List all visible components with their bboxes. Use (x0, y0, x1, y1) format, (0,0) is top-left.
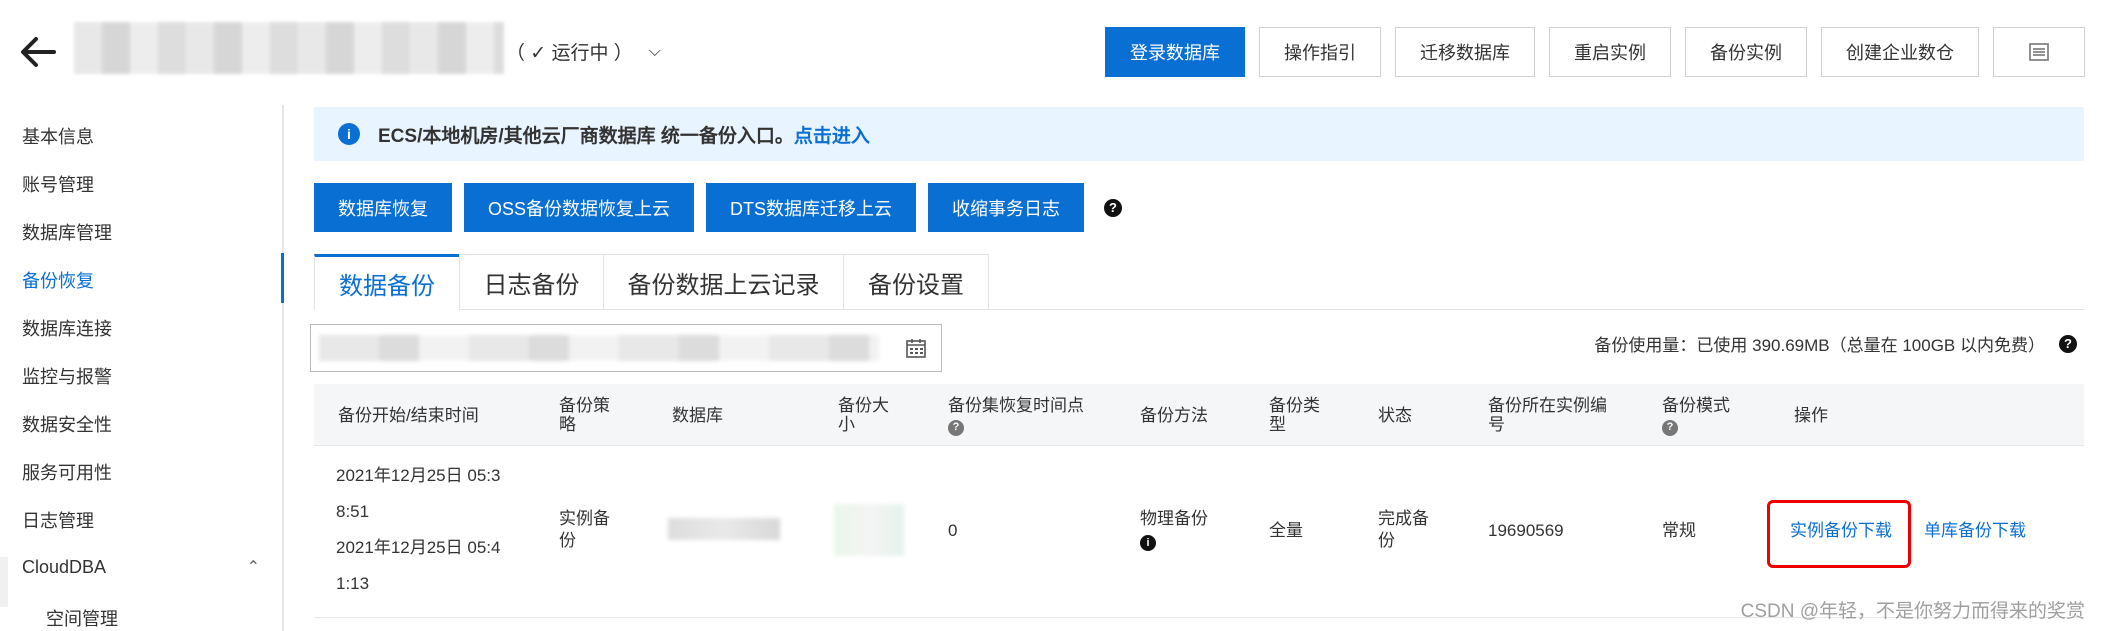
tab-data-backup[interactable]: 数据备份 (314, 254, 460, 311)
instance-name-redacted (74, 22, 504, 74)
sidebar-active-indicator (281, 253, 284, 303)
restore-database-button[interactable]: 数据库恢复 (314, 183, 452, 232)
cell-restore-point: 0 (948, 521, 958, 540)
single-db-backup-download-link[interactable]: 单库备份下载 (1924, 520, 2026, 542)
th-type: 备份类型 (1269, 396, 1320, 434)
restore-point-help-icon[interactable]: ? (948, 419, 964, 436)
cell-instance: 19690569 (1488, 521, 1564, 540)
shrink-log-button[interactable]: 收缩事务日志 (928, 183, 1085, 232)
sidebar-item-security[interactable]: 数据安全性 (22, 411, 112, 437)
cell-mode: 常规 (1662, 521, 1696, 540)
notice-link[interactable]: 点击进入 (794, 121, 870, 148)
backup-instance-button[interactable]: 备份实例 (1685, 27, 1807, 77)
usage-help-icon[interactable]: ? (2059, 334, 2077, 353)
tab-backup-settings[interactable]: 备份设置 (843, 254, 989, 310)
cell-size-redacted (834, 504, 904, 556)
backup-table-header: 备份开始/结束时间 备份策略 数据库 备份大小 备份集恢复时间点 ? 备份方法 … (314, 384, 2084, 446)
cell-time: 2021年12月25日 05:3 8:51 2021年12月25日 05:4 1… (336, 466, 501, 593)
cell-status: 完成备份 (1378, 509, 1429, 550)
backup-actions: 数据库恢复 OSS备份数据恢复上云 DTS数据库迁移上云 收缩事务日志 ? (314, 183, 1123, 232)
chevron-down-icon[interactable]: ⌵ (649, 43, 661, 61)
backup-tabs: 数据备份 日志备份 备份数据上云记录 备份设置 (314, 254, 2084, 311)
sidebar-item-accounts[interactable]: 账号管理 (22, 171, 94, 197)
sidebar-item-basic-info[interactable]: 基本信息 (22, 123, 94, 149)
th-instance: 备份所在实例编号 (1488, 396, 1607, 434)
login-database-button[interactable]: 登录数据库 (1105, 27, 1245, 77)
restart-instance-button[interactable]: 重启实例 (1549, 27, 1671, 77)
page-header: （ ✓ 运行中 ） ⌵ 登录数据库 操作指引 迁移数据库 重启实例 备份实例 创… (0, 0, 2107, 105)
date-range-picker[interactable] (310, 324, 942, 372)
th-method: 备份方法 (1140, 406, 1208, 425)
th-status: 状态 (1378, 406, 1412, 425)
chevron-up-icon[interactable]: ⌃ (247, 557, 260, 577)
cell-type: 全量 (1269, 521, 1303, 540)
sidebar-item-clouddba[interactable]: CloudDBA (22, 557, 106, 578)
th-size: 备份大小 (838, 396, 889, 434)
create-warehouse-button[interactable]: 创建企业数仓 (1821, 27, 1979, 77)
th-ops: 操作 (1794, 406, 1828, 425)
th-database: 数据库 (672, 406, 723, 425)
sidebar-item-space[interactable]: 空间管理 (46, 605, 118, 631)
sidebar-item-databases[interactable]: 数据库管理 (22, 219, 112, 245)
sidebar-item-monitoring[interactable]: 监控与报警 (22, 363, 112, 389)
more-menu-button[interactable] (1993, 27, 2085, 77)
instance-status[interactable]: （ ✓ 运行中 ） ⌵ (506, 38, 661, 65)
back-arrow-icon[interactable] (18, 32, 58, 72)
header-actions: 登录数据库 操作指引 迁移数据库 重启实例 备份实例 创建企业数仓 (1105, 27, 2085, 77)
oss-restore-button[interactable]: OSS备份数据恢复上云 (464, 183, 695, 232)
sidebar: 基本信息 账号管理 数据库管理 备份恢复 数据库连接 监控与报警 数据安全性 服… (0, 105, 284, 631)
cell-policy: 实例备份 (559, 509, 610, 550)
mode-help-icon[interactable]: ? (1662, 419, 1678, 436)
info-icon: i (338, 123, 360, 145)
date-range-value-redacted (319, 335, 879, 361)
tab-cloud-records[interactable]: 备份数据上云记录 (603, 254, 844, 310)
watermark: CSDN @年轻，不是你努力而得来的奖赏 (1740, 601, 2085, 622)
th-mode: 备份模式 ? (1662, 396, 1742, 436)
sidebar-item-availability[interactable]: 服务可用性 (22, 459, 112, 485)
sidebar-collapse-handle[interactable] (0, 557, 8, 607)
status-text: （ ✓ 运行中 ） (506, 43, 633, 64)
th-time: 备份开始/结束时间 (338, 406, 479, 425)
th-restore-point: 备份集恢复时间点 ? (948, 396, 1084, 436)
help-icon[interactable]: ? (1104, 198, 1123, 217)
calendar-icon[interactable] (905, 337, 927, 359)
tab-log-backup[interactable]: 日志备份 (459, 254, 604, 310)
backup-usage: 备份使用量：已使用 390.69MB（总量在 100GB 以内免费） ? (1594, 331, 2077, 356)
highlight-box (1767, 500, 1911, 568)
cell-database-redacted (668, 518, 780, 540)
sidebar-item-logs[interactable]: 日志管理 (22, 507, 94, 533)
notice-banner: i ECS/本地机房/其他云厂商数据库 统一备份入口。 点击进入 (314, 107, 2084, 161)
notice-text: ECS/本地机房/其他云厂商数据库 统一备份入口。 (378, 125, 794, 147)
usage-text: 备份使用量：已使用 390.69MB（总量在 100GB 以内免费） (1594, 336, 2045, 355)
sidebar-item-backup-restore[interactable]: 备份恢复 (22, 267, 94, 293)
cell-method: 物理备份 i (1140, 509, 1208, 551)
sidebar-item-connection[interactable]: 数据库连接 (22, 315, 112, 341)
dts-migrate-button[interactable]: DTS数据库迁移上云 (706, 183, 917, 232)
menu-icon (2029, 43, 2049, 61)
operation-guide-button[interactable]: 操作指引 (1259, 27, 1381, 77)
th-policy: 备份策略 (559, 396, 610, 434)
method-info-icon[interactable]: i (1140, 535, 1156, 551)
migrate-database-button[interactable]: 迁移数据库 (1395, 27, 1535, 77)
